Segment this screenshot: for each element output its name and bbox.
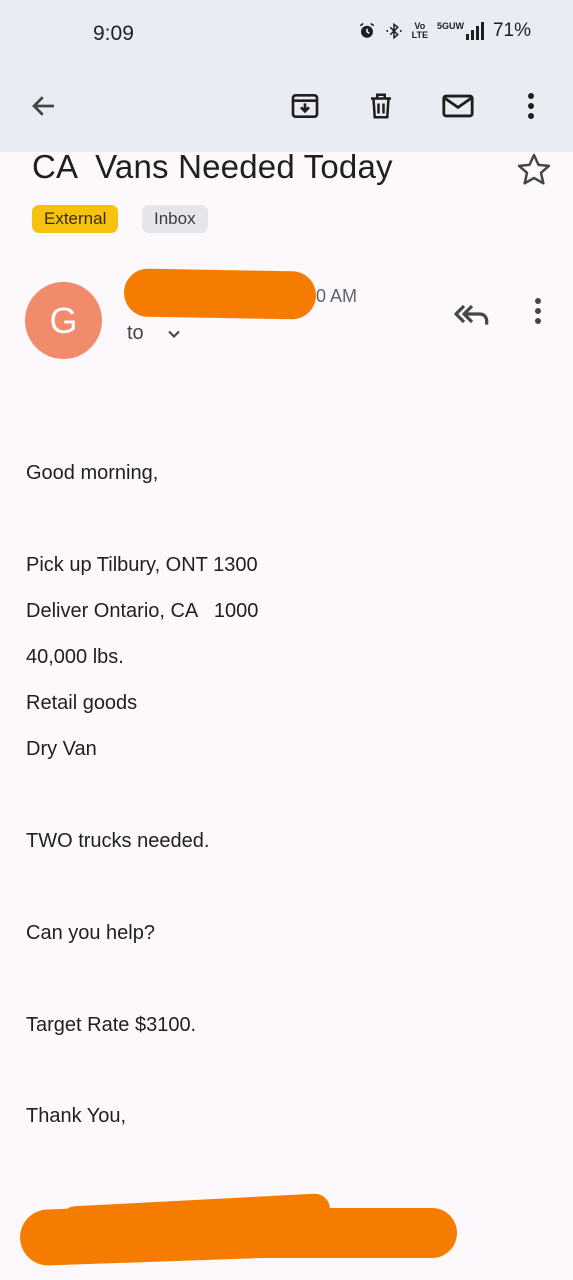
label-chip-inbox[interactable]: Inbox [142, 205, 208, 233]
body-line: Pick up Tilbury, ONT 1300 [26, 554, 258, 576]
alarm-icon [359, 22, 374, 38]
archive-icon [291, 94, 319, 118]
back-button[interactable] [20, 82, 68, 130]
body-line: Deliver Ontario, CA 1000 [26, 600, 259, 622]
sender-redaction [123, 268, 317, 320]
more-options-button[interactable] [507, 82, 555, 130]
status-time: 9:09 [93, 22, 134, 45]
archive-button[interactable] [281, 82, 329, 130]
volte-indicator: Vo LTE [411, 21, 428, 40]
body-line: TWO trucks needed. [26, 830, 210, 852]
sender-avatar[interactable]: G [25, 282, 102, 359]
star-icon [517, 153, 551, 185]
bluetooth-icon [385, 22, 402, 40]
star-button[interactable] [514, 150, 554, 190]
body-line: 40,000 lbs. [26, 646, 124, 668]
body-line: Can you help? [26, 922, 155, 944]
message-more-button[interactable] [526, 296, 550, 332]
trash-icon [371, 93, 391, 119]
body-line: Thank You, [26, 1105, 127, 1127]
network-type: 5GUW [436, 21, 464, 31]
label-chip-external[interactable]: External [32, 205, 119, 233]
email-time: 0 AM [316, 286, 358, 306]
more-vertical-icon [535, 298, 541, 324]
recipient-label[interactable]: to [127, 322, 144, 345]
body-line: Target Rate $3100. [26, 1014, 197, 1036]
email-subject: CA Vans Needed Today [32, 148, 393, 185]
reply-all-icon [454, 304, 489, 325]
body-line: Dry Van [26, 738, 97, 760]
signal-icon: 5GUW [437, 22, 484, 40]
delete-button[interactable] [357, 82, 405, 130]
status-bar: 9:09 Vo LTE 5GUW 71% [0, 0, 573, 64]
recipient-expand-button[interactable] [164, 324, 184, 344]
body-line: Good morning, [26, 462, 159, 484]
status-icons: Vo LTE 5GUW 71% [358, 20, 531, 42]
email-toolbar [0, 64, 573, 152]
mark-unread-button[interactable] [434, 82, 482, 130]
mail-icon [442, 94, 474, 118]
arrow-left-icon [32, 96, 54, 116]
reply-all-button[interactable] [452, 296, 492, 332]
battery-percent: 71% [492, 20, 531, 41]
body-line: Retail goods [26, 692, 138, 714]
avatar-initial: G [49, 299, 78, 341]
more-vertical-icon [528, 93, 534, 119]
chevron-down-icon [168, 330, 180, 338]
